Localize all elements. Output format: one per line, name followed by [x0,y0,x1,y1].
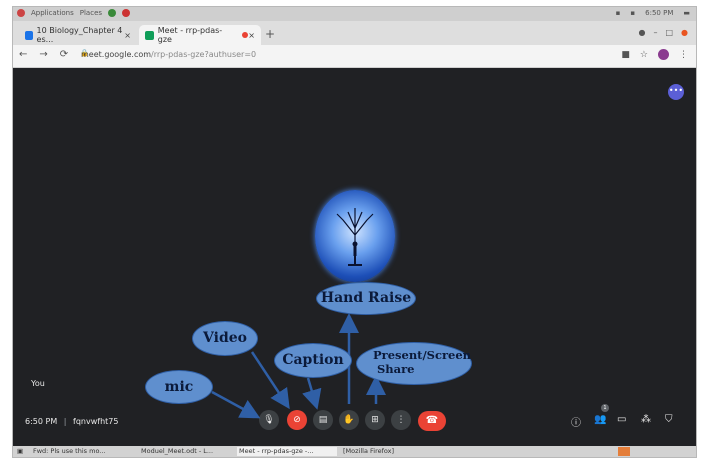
annotation-arrows [211,313,386,419]
caption-callout: Caption [274,343,352,378]
caption-arrow [302,377,322,410]
video-callout: Video [192,321,258,356]
present-callout-line2: Share [377,362,415,376]
mic-callout: mic [145,370,213,404]
present-callout: Present/Screen Share [356,342,472,385]
hand-raise-callout: Hand Raise [316,282,416,315]
mic-arrow [211,390,261,419]
present-callout-line1: Present/Screen [373,348,472,362]
